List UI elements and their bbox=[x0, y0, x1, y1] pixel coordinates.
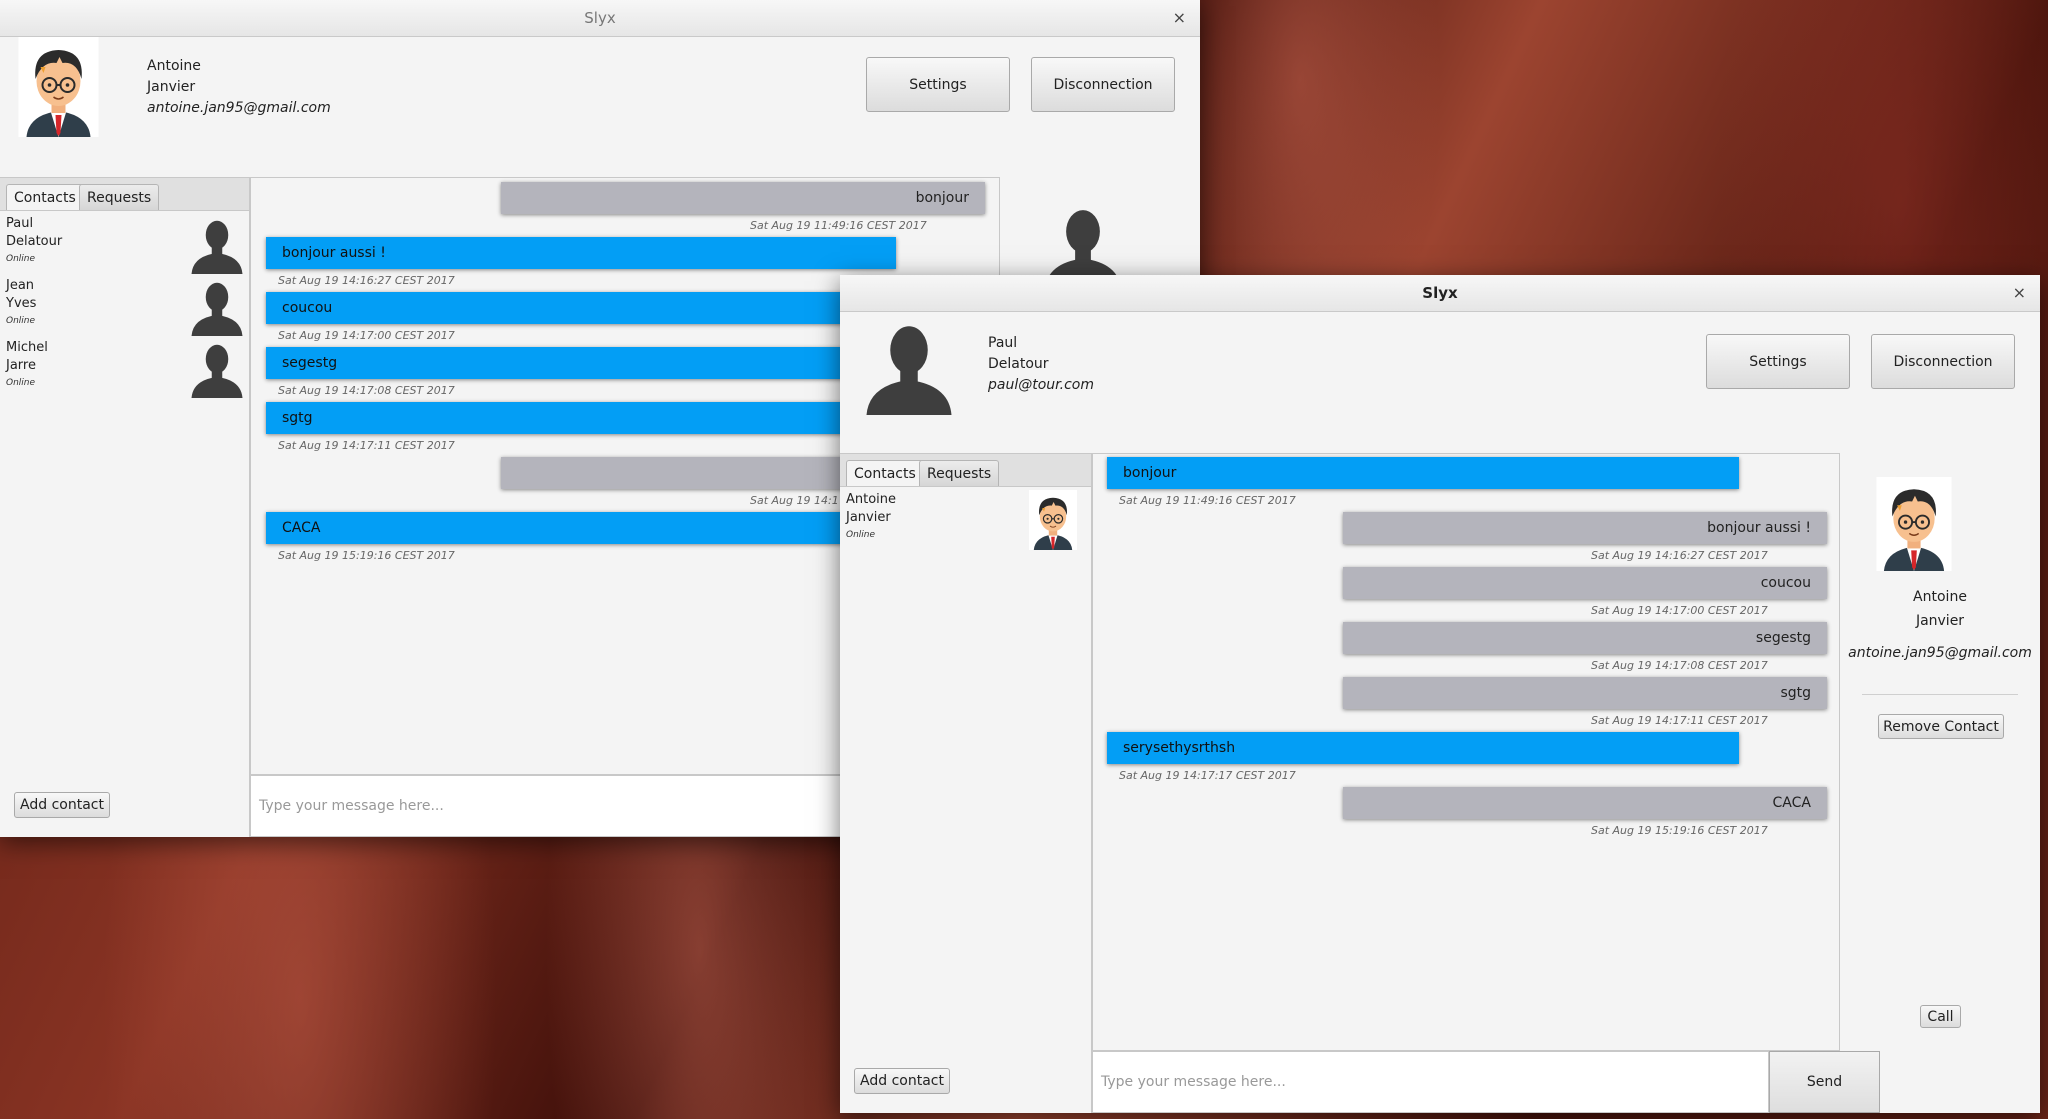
person-silhouette-icon bbox=[187, 214, 247, 274]
contacts-panel: Contacts Requests Antoine Janvier Online… bbox=[840, 453, 1092, 1113]
nerd-avatar-icon bbox=[18, 37, 99, 137]
tab-contacts[interactable]: Contacts bbox=[846, 460, 924, 486]
message-timestamp: Sat Aug 19 14:16:27 CEST 2017 bbox=[1591, 549, 1768, 562]
contact-first-name: Michel bbox=[6, 340, 48, 355]
message-bubble: CACA bbox=[266, 512, 896, 544]
window-title: Slyx bbox=[584, 9, 616, 27]
message-timestamp: Sat Aug 19 14:17:11 CEST 2017 bbox=[1591, 714, 1768, 727]
nerd-avatar-icon bbox=[1029, 490, 1077, 550]
contact-item[interactable]: Paul Delatour Online bbox=[0, 214, 249, 276]
message-list[interactable]: bonjour Sat Aug 19 11:49:16 CEST 2017 bo… bbox=[1092, 453, 1840, 1051]
message-bubble: bonjour aussi ! bbox=[266, 237, 896, 269]
message-bubble: sgtg bbox=[266, 402, 896, 434]
message-bubble: segestg bbox=[1343, 622, 1827, 654]
message-bubble: CACA bbox=[1343, 787, 1827, 819]
contact-item[interactable]: Antoine Janvier Online bbox=[840, 490, 1091, 552]
contact-status: Online bbox=[6, 316, 36, 326]
message-bubble: coucou bbox=[266, 292, 896, 324]
person-silhouette-icon bbox=[187, 276, 247, 336]
contact-item[interactable]: Michel Jarre Online bbox=[0, 338, 249, 400]
contact-last-name: Yves bbox=[6, 296, 37, 311]
selected-contact-avatar bbox=[1876, 477, 1952, 571]
user-first-name: Antoine bbox=[147, 58, 201, 74]
message-timestamp: Sat Aug 19 14:17:08 CEST 2017 bbox=[278, 384, 455, 397]
message-timestamp: Sat Aug 19 15:19:16 CEST 2017 bbox=[1591, 824, 1768, 837]
nerd-avatar-icon bbox=[1876, 477, 1952, 571]
message-bubble: segestg bbox=[266, 347, 896, 379]
person-silhouette-icon bbox=[187, 338, 247, 398]
contact-status: Online bbox=[6, 378, 36, 388]
message-bubble: bonjour bbox=[501, 182, 985, 214]
selected-contact-first-name: Antoine bbox=[1913, 589, 1967, 605]
tab-contacts[interactable]: Contacts bbox=[6, 184, 84, 210]
title-bar[interactable]: Slyx × bbox=[840, 275, 2040, 312]
user-last-name: Delatour bbox=[988, 356, 1049, 372]
tab-bar: Contacts Requests bbox=[840, 454, 1091, 487]
contacts-panel: Contacts Requests Paul Delatour Online J… bbox=[0, 177, 250, 837]
tab-requests[interactable]: Requests bbox=[919, 460, 1000, 486]
tab-requests[interactable]: Requests bbox=[79, 184, 160, 210]
message-timestamp: Sat Aug 19 14:1 bbox=[750, 494, 839, 507]
message-timestamp: Sat Aug 19 14:17:00 CEST 2017 bbox=[278, 329, 455, 342]
message-timestamp: Sat Aug 19 11:49:16 CEST 2017 bbox=[1119, 494, 1296, 507]
message-bubble: serysethysrthsh bbox=[1107, 732, 1739, 764]
message-bubble: bonjour aussi ! bbox=[1343, 512, 1827, 544]
call-button[interactable]: Call bbox=[1920, 1005, 1961, 1028]
user-avatar bbox=[18, 37, 99, 137]
settings-button[interactable]: Settings bbox=[866, 57, 1010, 112]
message-input[interactable]: Type your message here... bbox=[1092, 1051, 1769, 1113]
close-icon[interactable]: × bbox=[2013, 275, 2026, 311]
person-silhouette-icon bbox=[859, 315, 959, 415]
window-title: Slyx bbox=[1422, 284, 1458, 302]
message-timestamp: Sat Aug 19 14:17:00 CEST 2017 bbox=[1591, 604, 1768, 617]
selected-contact-last-name: Janvier bbox=[1915, 613, 1965, 629]
contact-last-name: Jarre bbox=[6, 358, 36, 373]
message-timestamp: Sat Aug 19 14:16:27 CEST 2017 bbox=[278, 274, 455, 287]
tab-bar: Contacts Requests bbox=[0, 178, 249, 211]
user-first-name: Paul bbox=[988, 335, 1018, 351]
user-email: antoine.jan95@gmail.com bbox=[147, 100, 331, 116]
divider bbox=[1862, 694, 2018, 695]
close-icon[interactable]: × bbox=[1173, 0, 1186, 36]
message-bubble: coucou bbox=[1343, 567, 1827, 599]
contact-status: Online bbox=[6, 254, 36, 264]
message-bubble: bonjour bbox=[1107, 457, 1739, 489]
send-button[interactable]: Send bbox=[1769, 1051, 1880, 1113]
message-timestamp: Sat Aug 19 14:17:08 CEST 2017 bbox=[1591, 659, 1768, 672]
message-timestamp: Sat Aug 19 11:49:16 CEST 2017 bbox=[750, 219, 927, 232]
chat-window-paul: Slyx × Paul Delatour paul@tour.com Setti… bbox=[840, 275, 2040, 1113]
remove-contact-button[interactable]: Remove Contact bbox=[1878, 714, 2004, 739]
contact-item[interactable]: Jean Yves Online bbox=[0, 276, 249, 338]
disconnect-button[interactable]: Disconnection bbox=[1871, 334, 2015, 389]
message-timestamp: Sat Aug 19 15:19:16 CEST 2017 bbox=[278, 549, 455, 562]
contact-first-name: Antoine bbox=[846, 492, 897, 507]
settings-button[interactable]: Settings bbox=[1706, 334, 1850, 389]
message-timestamp: Sat Aug 19 14:17:17 CEST 2017 bbox=[1119, 769, 1296, 782]
contact-status: Online bbox=[846, 530, 876, 540]
message-bubble: sgtg bbox=[1343, 677, 1827, 709]
add-contact-button[interactable]: Add contact bbox=[854, 1068, 950, 1094]
title-bar[interactable]: Slyx × bbox=[0, 0, 1200, 37]
contact-first-name: Paul bbox=[6, 216, 34, 231]
user-last-name: Janvier bbox=[147, 79, 196, 95]
add-contact-button[interactable]: Add contact bbox=[14, 792, 110, 818]
user-avatar bbox=[859, 315, 959, 415]
selected-contact-email: antoine.jan95@gmail.com bbox=[1848, 645, 2032, 661]
user-email: paul@tour.com bbox=[988, 377, 1094, 393]
contact-last-name: Delatour bbox=[6, 234, 63, 249]
disconnect-button[interactable]: Disconnection bbox=[1031, 57, 1175, 112]
contact-last-name: Janvier bbox=[846, 510, 891, 525]
contact-first-name: Jean bbox=[6, 278, 35, 293]
message-timestamp: Sat Aug 19 14:17:11 CEST 2017 bbox=[278, 439, 455, 452]
